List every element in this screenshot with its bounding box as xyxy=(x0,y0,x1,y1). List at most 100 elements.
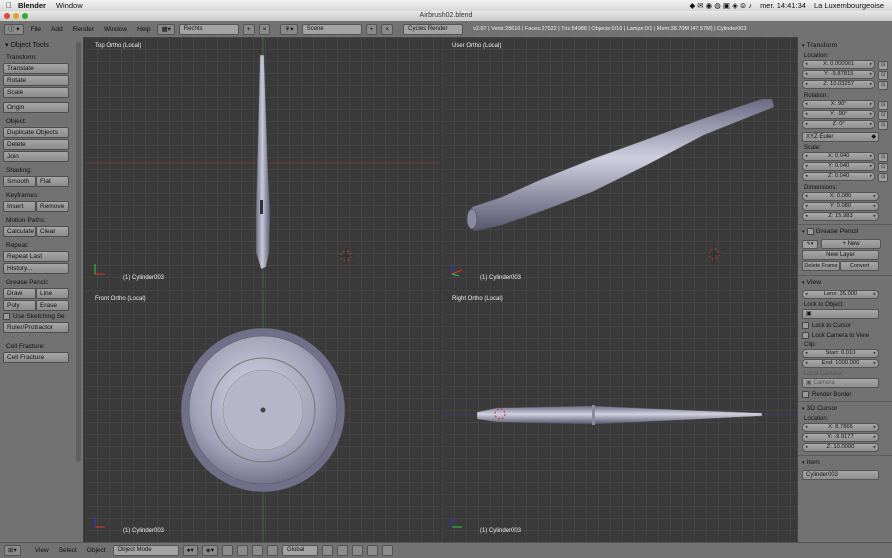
menu-add[interactable]: Add xyxy=(51,26,63,33)
draw-button[interactable]: Draw xyxy=(3,288,36,299)
location-x-field[interactable]: ◂ X: 0.000001 ▸ xyxy=(802,60,876,69)
item-panel-header[interactable]: ▾ Item xyxy=(802,459,888,466)
history-button[interactable]: History... xyxy=(3,263,69,274)
zoom-window-icon[interactable] xyxy=(22,13,28,19)
dimension-y-field[interactable]: ◂ Y: 0.080 ▸ xyxy=(802,202,879,211)
grease-pencil-header[interactable]: ▾ Grease Pencil xyxy=(802,228,888,235)
convert-button[interactable]: Convert xyxy=(840,261,879,271)
location-y-field[interactable]: ◂ Y: -9.87815 ▸ xyxy=(802,70,876,79)
editor-type-icon[interactable]: ⓘ ▾ xyxy=(4,23,24,35)
lock-icon[interactable]: ⊡ xyxy=(878,152,888,162)
proportional-edit-icon[interactable] xyxy=(337,545,349,556)
lock-icon[interactable]: ⊡ xyxy=(878,162,888,172)
local-camera-field[interactable]: ▣ Camera xyxy=(802,378,879,388)
clip-end-field[interactable]: ◂ End: 1000.000 ▸ xyxy=(802,359,879,368)
render-preview-icon[interactable] xyxy=(382,545,394,556)
toolshelf-scrollbar[interactable] xyxy=(76,42,81,462)
scale-button[interactable]: Scale xyxy=(3,87,69,98)
minimize-window-icon[interactable] xyxy=(13,13,19,19)
scene-icon[interactable]: ⚘▾ xyxy=(280,23,298,35)
lock-icon[interactable]: ⊡ xyxy=(878,70,888,80)
cursor-y-field[interactable]: ◂ Y: -9.9177 ▸ xyxy=(802,433,879,442)
rotation-y-field[interactable]: ◂ Y: -90° ▸ xyxy=(802,110,876,119)
viewport-top[interactable]: Top Ortho (Local) (1) Cylinder003 xyxy=(85,37,440,288)
new-grease-button[interactable]: + New xyxy=(821,239,881,249)
lock-object-field[interactable]: ▣ xyxy=(802,309,879,319)
clear-button[interactable]: Clear xyxy=(36,226,69,237)
scene-delete-button[interactable]: × xyxy=(381,23,394,35)
item-name-field[interactable]: Cylinder003 xyxy=(802,470,879,480)
line-button[interactable]: Line xyxy=(36,288,69,299)
flat-button[interactable]: Flat xyxy=(36,176,69,187)
snap-icon[interactable] xyxy=(352,545,364,556)
sketching-checkbox[interactable]: Use Sketching Se xyxy=(3,313,80,320)
view-panel-header[interactable]: ▾ View xyxy=(802,279,888,286)
pivot-select-icon[interactable]: ◈▾ xyxy=(201,545,219,556)
insert-key-button[interactable]: Insert xyxy=(3,201,36,212)
cell-fracture-button[interactable]: Cell Fracture xyxy=(3,352,69,363)
smooth-button[interactable]: Smooth xyxy=(3,176,36,187)
remove-key-button[interactable]: Remove xyxy=(36,201,69,212)
mode-select[interactable]: Object Mode xyxy=(112,545,179,556)
join-button[interactable]: Join xyxy=(3,151,69,162)
editor-type-icon[interactable]: ⊞▾ xyxy=(4,545,21,556)
translate-button[interactable]: Translate xyxy=(3,63,69,74)
calculate-button[interactable]: Calculate xyxy=(3,226,36,237)
menu-render[interactable]: Render xyxy=(73,26,94,33)
viewport-user[interactable]: User Ortho (Local) (1) Cylinder003 xyxy=(442,37,797,288)
scale-x-field[interactable]: ◂ X: 0.040 ▸ xyxy=(802,152,876,161)
lock-icon[interactable]: ⊡ xyxy=(878,172,888,182)
delete-frame-button[interactable]: Delete Frame xyxy=(802,261,840,271)
panel-title[interactable]: ▾ Object Tools xyxy=(5,41,80,49)
transform-panel-header[interactable]: ▾ Transform xyxy=(802,42,888,49)
rotate-button[interactable]: Rotate xyxy=(3,75,69,86)
lock-icon[interactable]: ⊡ xyxy=(878,110,888,120)
menu-select[interactable]: Select xyxy=(59,547,77,554)
dimension-x-field[interactable]: ◂ X: 0.080 ▸ xyxy=(802,192,879,201)
layers-icon[interactable] xyxy=(322,545,334,556)
layout-add-button[interactable]: + xyxy=(242,23,255,35)
repeat-last-button[interactable]: Repeat Last xyxy=(3,251,69,262)
scale-manipulator-icon[interactable] xyxy=(267,545,279,556)
window-menu[interactable]: Window xyxy=(56,1,83,10)
close-window-icon[interactable] xyxy=(4,13,10,19)
render-border-checkbox[interactable]: Render Border xyxy=(802,391,888,398)
lock-icon[interactable]: ⊡ xyxy=(878,80,888,90)
app-menu[interactable]: Blender xyxy=(18,1,46,10)
pencil-icon[interactable]: ✎▾ xyxy=(802,240,818,249)
menu-object[interactable]: Object xyxy=(87,547,106,554)
translate-manipulator-icon[interactable] xyxy=(237,545,249,556)
origin-button[interactable]: Origin xyxy=(3,102,69,113)
clock[interactable]: mer. 14:41:34 xyxy=(760,1,806,10)
delete-button[interactable]: Delete xyxy=(3,139,69,150)
menu-window[interactable]: Window xyxy=(104,26,127,33)
clip-start-field[interactable]: ◂ Start: 0.010 ▸ xyxy=(802,349,879,358)
scale-z-field[interactable]: ◂ Z: 0.040 ▸ xyxy=(802,172,876,181)
scale-y-field[interactable]: ◂ Y: 0.040 ▸ xyxy=(802,162,876,171)
lock-camera-checkbox[interactable]: Lock Camera to View xyxy=(802,332,888,339)
scene-field[interactable]: Scene xyxy=(301,23,362,35)
3d-viewport[interactable]: Top Ortho (Local) (1) Cylinder003 User O… xyxy=(85,37,797,542)
rotation-x-field[interactable]: ◂ X: 90° ▸ xyxy=(802,100,876,109)
layout-delete-button[interactable]: × xyxy=(258,23,271,35)
layout-field[interactable]: Rechts xyxy=(178,23,239,35)
lock-cursor-checkbox[interactable]: Lock to Cursor xyxy=(802,322,888,329)
new-layer-button[interactable]: New Layer xyxy=(802,250,879,260)
menu-view[interactable]: View xyxy=(35,547,49,554)
lock-icon[interactable]: ⊡ xyxy=(878,120,888,130)
cursor-panel-header[interactable]: ▾ 3D Cursor xyxy=(802,405,888,412)
menu-file[interactable]: File xyxy=(31,26,41,33)
rotation-mode-select[interactable]: XYZ Euler ◆ xyxy=(802,132,879,142)
ruler-button[interactable]: Ruler/Protractor xyxy=(3,322,69,333)
manipulator-toggle-icon[interactable] xyxy=(222,545,234,556)
viewport-right[interactable]: Right Ortho (Local) (1) Cylinder003 xyxy=(442,290,797,541)
lock-icon[interactable]: ⊡ xyxy=(878,100,888,110)
snap-target-icon[interactable] xyxy=(367,545,379,556)
user-name[interactable]: La Luxembourgeoise xyxy=(814,1,884,10)
apple-icon[interactable]:  xyxy=(0,1,18,10)
rotate-manipulator-icon[interactable] xyxy=(252,545,264,556)
viewport-front[interactable]: Front Ortho (Local) (1) Cylinder003 xyxy=(85,290,440,541)
lens-field[interactable]: ◂ Lens: 35.000 ▸ xyxy=(802,290,879,299)
grease-pencil-checkbox[interactable] xyxy=(806,228,814,235)
cursor-x-field[interactable]: ◂ X: 8.7866 ▸ xyxy=(802,423,879,432)
